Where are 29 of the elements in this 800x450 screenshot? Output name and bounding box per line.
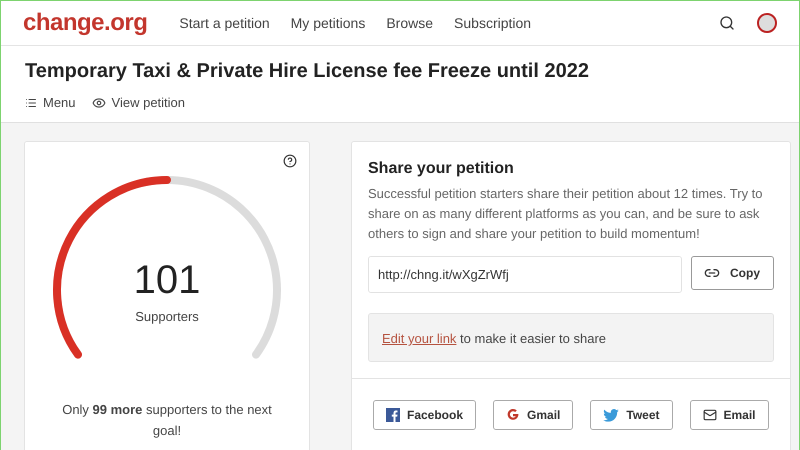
copy-button[interactable]: Copy <box>690 256 774 290</box>
share-description: Successful petition starters share their petition about 12 times. Try to share on as many different platforms as you can, and be sure to ask others to sign and share your petition to build momentum! <box>368 185 764 243</box>
share-heading: Share your petition <box>368 160 515 178</box>
bird-icon <box>603 408 620 422</box>
nav-link[interactable]: Subscription <box>454 15 532 31</box>
link-field[interactable]: http://chng.it/wXgZrWfj <box>368 256 682 293</box>
goal-message: Only 99 more supporters to the next goal! <box>61 401 273 440</box>
share-button[interactable]: Email <box>690 400 769 430</box>
envelope-icon <box>702 408 716 422</box>
share-button[interactable]: Tweet <box>590 400 672 430</box>
facebook-icon <box>386 408 400 422</box>
share-button[interactable]: Facebook <box>373 400 476 430</box>
edit-link-text: Edit your link to make it easier to share <box>382 331 606 346</box>
logo[interactable]: change.org <box>23 9 148 37</box>
search-icon[interactable] <box>719 15 735 31</box>
petition-title: Temporary Taxi & Private Hire License fee Freeze until 2022 <box>25 60 590 83</box>
g-letter-icon <box>506 408 520 422</box>
avatar[interactable] <box>757 13 777 33</box>
menu-link[interactable]: Menu <box>25 95 76 110</box>
nav-link[interactable]: Start a petition <box>179 15 270 31</box>
supporters-label: Supporters <box>135 309 199 324</box>
nav-link[interactable]: Browse <box>386 15 434 31</box>
eye-icon <box>92 96 106 110</box>
nav-link[interactable]: My petitions <box>290 15 366 31</box>
edit-link[interactable]: Edit your link <box>382 331 456 346</box>
help-icon[interactable] <box>283 154 297 168</box>
supporter-count: 101 <box>134 258 200 303</box>
view-petition-link[interactable]: View petition <box>92 95 186 110</box>
share-button[interactable]: Gmail <box>493 400 574 430</box>
